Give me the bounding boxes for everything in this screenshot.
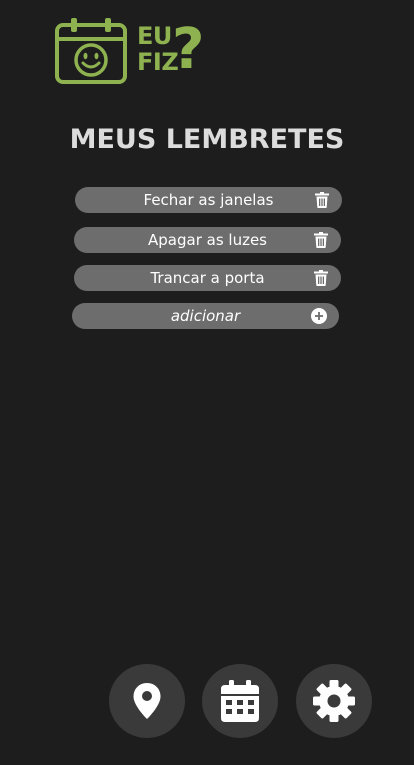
add-reminder-label: adicionar <box>170 307 241 325</box>
map-pin-icon <box>133 683 161 719</box>
reminder-item[interactable]: Apagar as luzes <box>74 227 341 253</box>
plus-circle-icon[interactable] <box>311 308 327 324</box>
reminder-item[interactable]: Trancar a porta <box>74 265 341 291</box>
gear-icon <box>313 680 355 722</box>
page-title: MEUS LEMBRETES <box>69 124 345 155</box>
calendar-icon <box>221 680 259 722</box>
reminder-label: Fechar as janelas <box>143 191 274 209</box>
app-screen: EU FIZ ? MEUS LEMBRETES Fechar as janela… <box>0 0 414 765</box>
logo-question-mark: ? <box>172 17 205 82</box>
app-logo: EU FIZ ? <box>54 17 214 85</box>
nav-settings-button[interactable] <box>296 664 372 738</box>
add-reminder-button[interactable]: adicionar <box>72 303 339 329</box>
trash-icon[interactable] <box>315 192 329 208</box>
trash-icon[interactable] <box>314 232 328 248</box>
trash-icon[interactable] <box>314 270 328 286</box>
reminder-label: Trancar a porta <box>150 269 265 287</box>
nav-location-button[interactable] <box>109 664 185 738</box>
reminder-label: Apagar as luzes <box>148 231 267 249</box>
reminder-item[interactable]: Fechar as janelas <box>75 187 342 213</box>
nav-calendar-button[interactable] <box>202 664 278 738</box>
smiley-calendar-icon <box>55 18 127 84</box>
